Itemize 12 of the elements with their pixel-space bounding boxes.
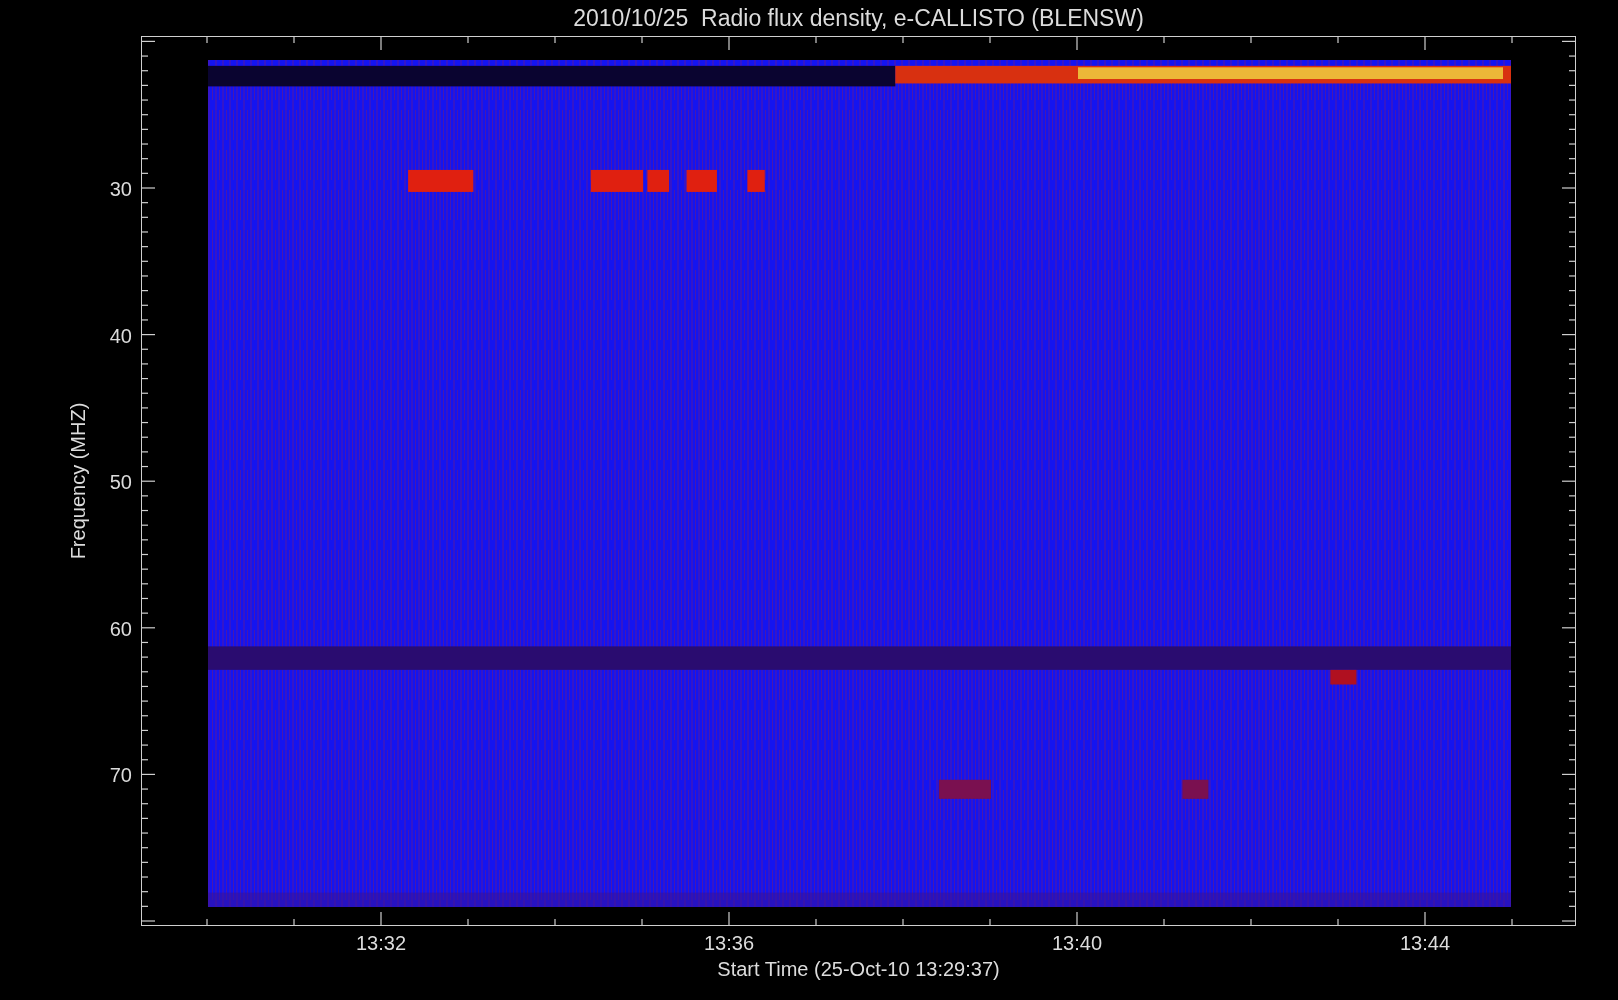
x-tick-label: 13:40 bbox=[1051, 932, 1103, 955]
y-tick-label: 70 bbox=[109, 763, 132, 787]
y-tick-label: 60 bbox=[109, 617, 132, 641]
x-tick-label: 13:36 bbox=[703, 932, 755, 955]
y-tick-label: 40 bbox=[109, 324, 132, 348]
y-tick-label: 30 bbox=[109, 177, 132, 201]
x-axis-title: Start Time (25-Oct-10 13:29:37) bbox=[717, 958, 1000, 981]
x-tick-label: 13:44 bbox=[1399, 932, 1451, 955]
chart-title: 2010/10/25 Radio flux density, e-CALLISTO (BLENSW) bbox=[573, 4, 1144, 32]
y-tick-label: 50 bbox=[109, 470, 132, 494]
y-axis-title: Frequency (MHZ) bbox=[66, 402, 90, 560]
x-tick-label: 13:32 bbox=[355, 932, 407, 955]
